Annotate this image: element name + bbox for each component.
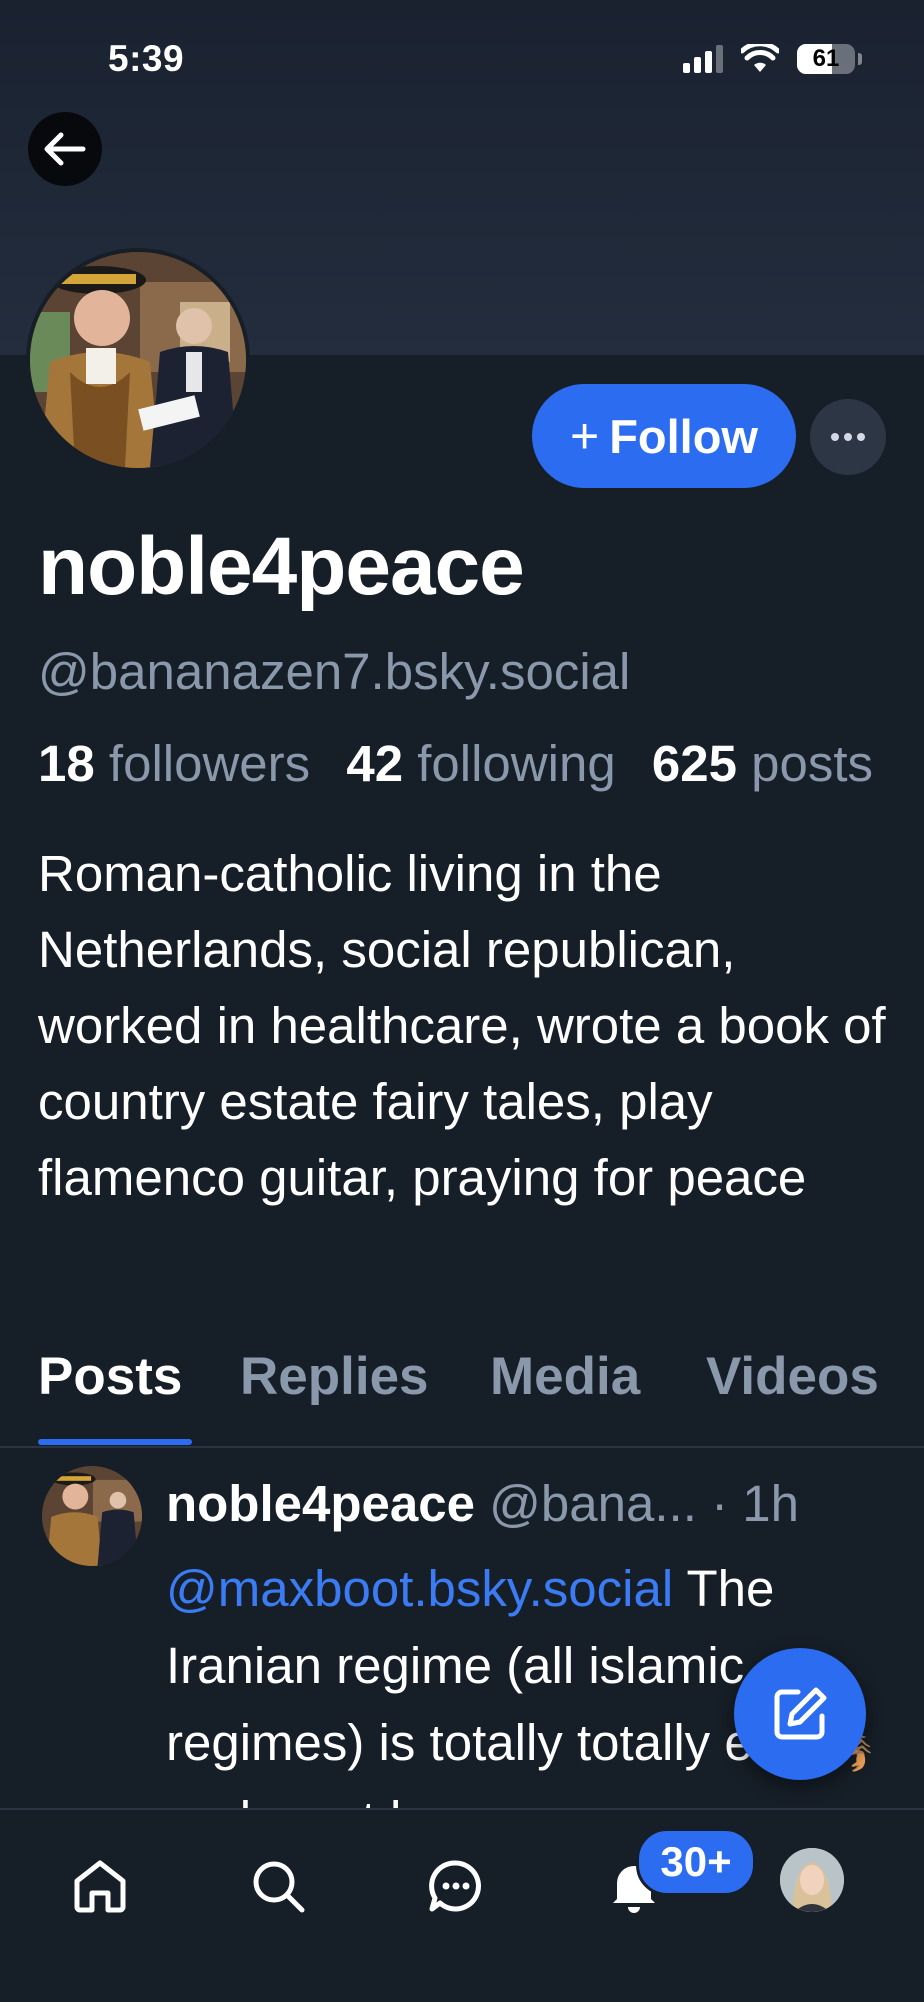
follow-button[interactable]: + Follow: [532, 384, 796, 488]
post-mention-link[interactable]: @maxboot.bsky.social: [166, 1560, 673, 1617]
home-icon: [74, 1860, 126, 1913]
followers-count[interactable]: 18: [38, 735, 95, 792]
search-icon: [253, 1861, 305, 1913]
follow-label: Follow: [609, 409, 758, 463]
bottom-navigation: 30+: [0, 1808, 924, 2002]
post-timestamp: · 1h: [711, 1475, 799, 1532]
profile-avatar[interactable]: [26, 248, 250, 472]
cellular-signal-icon: [683, 45, 723, 73]
post-header: noble4peace @bana... · 1h: [166, 1474, 924, 1533]
nav-home[interactable]: [60, 1846, 140, 1926]
profile-tabs: Posts Replies Media Videos: [0, 1336, 924, 1448]
battery-level: 61: [812, 45, 840, 72]
tab-replies[interactable]: Replies: [240, 1346, 429, 1407]
post-author-handle[interactable]: @bana...: [489, 1475, 697, 1532]
profile-display-name: noble4peace: [38, 521, 525, 612]
back-button[interactable]: [28, 112, 102, 186]
tab-posts[interactable]: Posts: [38, 1346, 182, 1407]
plus-icon: +: [569, 408, 600, 464]
tab-media[interactable]: Media: [490, 1346, 640, 1407]
ellipsis-icon: [831, 433, 865, 441]
avatar-photo: [30, 252, 246, 468]
compose-icon: [774, 1687, 827, 1740]
profile-handle: @bananazen7.bsky.social: [38, 643, 631, 700]
arrow-left-icon: [44, 132, 86, 166]
nav-chat[interactable]: [416, 1846, 496, 1926]
nav-search[interactable]: [238, 1846, 318, 1926]
notification-badge: 30+: [636, 1828, 756, 1896]
more-options-button[interactable]: [810, 399, 886, 475]
compose-button[interactable]: [734, 1648, 866, 1780]
profile-bio: Roman-catholic living in the Netherlands…: [38, 845, 886, 1206]
active-tab-indicator: [38, 1439, 192, 1445]
posts-count: 625: [651, 735, 737, 792]
profile-stats: 18 followers 42 following 625 posts: [38, 734, 924, 793]
post-author-name[interactable]: noble4peace: [166, 1475, 475, 1532]
followers-label[interactable]: followers: [109, 735, 310, 792]
status-icons: 61: [683, 44, 862, 74]
wifi-icon: [741, 44, 779, 72]
battery-icon: 61: [797, 44, 855, 74]
avatar-photo: [42, 1466, 142, 1566]
chat-icon: [429, 1860, 481, 1912]
posts-label: posts: [751, 735, 874, 792]
nav-profile-avatar[interactable]: [780, 1848, 844, 1912]
post-author-avatar[interactable]: [42, 1466, 142, 1566]
avatar-photo: [780, 1848, 844, 1912]
following-label[interactable]: following: [417, 735, 615, 792]
tab-videos[interactable]: Videos: [706, 1346, 879, 1407]
following-count[interactable]: 42: [346, 735, 403, 792]
status-time: 5:39: [108, 38, 185, 79]
